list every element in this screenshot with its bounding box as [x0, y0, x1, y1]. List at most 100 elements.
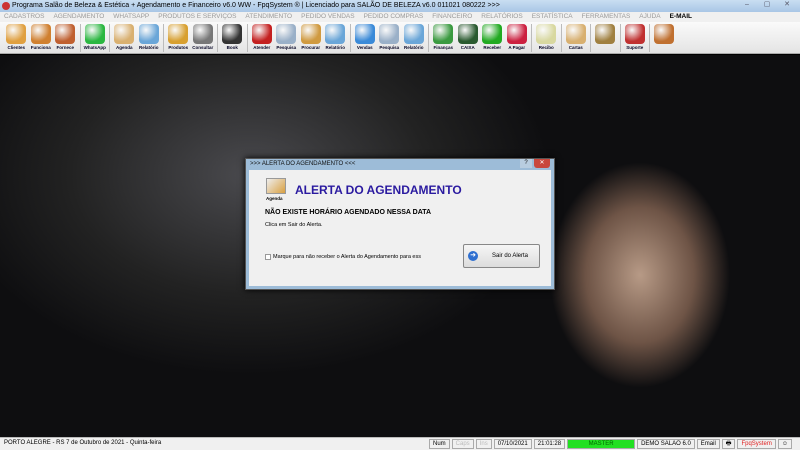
- toolbar-button-label: CAIXA: [460, 45, 475, 50]
- toolbar-button-label: A Pagar: [508, 45, 526, 50]
- report-icon: [325, 24, 346, 44]
- support-icon: [624, 24, 645, 44]
- toolbar-button-label: Produtos: [168, 45, 189, 50]
- report-icon: [138, 24, 159, 44]
- menu-item[interactable]: CADASTROS: [4, 12, 44, 22]
- agenda-icon: [266, 178, 286, 194]
- toolbar-button[interactable]: Pesquisa: [377, 22, 402, 54]
- suppliers-icon: [55, 24, 76, 44]
- status-caps: Caps: [451, 439, 474, 449]
- arrow-right-icon: ➜: [468, 251, 478, 261]
- toolbar-button-label: Consultar: [192, 45, 214, 50]
- toolbar-separator: [649, 24, 650, 52]
- toolbar-separator: [590, 24, 591, 52]
- toolbar-button[interactable]: Agenda: [112, 22, 137, 54]
- toolbar-button-label: WhatsApp: [83, 45, 106, 50]
- exit-alert-label: Sair do Alerta: [492, 253, 529, 259]
- maximize-button[interactable]: ▢: [758, 0, 776, 10]
- dont-show-alert-checkbox[interactable]: Marque para não receber o Alerta do Agen…: [265, 254, 421, 260]
- dialog-help-button[interactable]: ?: [520, 159, 532, 168]
- toolbar-button[interactable]: [652, 22, 677, 54]
- toolbar-button[interactable]: Procurar: [299, 22, 324, 54]
- toolbar-button-label: Pesquisa: [379, 45, 400, 50]
- status-database: DEMO SALAO 6.0: [637, 439, 695, 449]
- toolbar-button[interactable]: Fornece: [53, 22, 78, 54]
- menu-item[interactable]: ATENDIMENTO: [245, 12, 292, 22]
- toolbar-button[interactable]: Recibo: [534, 22, 559, 54]
- pay-dollar-icon: [506, 24, 527, 44]
- agenda-icon: [114, 24, 135, 44]
- whatsapp-icon: [84, 24, 105, 44]
- checkbox-label: Marque para não receber o Alerta do Agen…: [273, 254, 421, 260]
- toolbar-button[interactable]: Vendas: [353, 22, 378, 54]
- toolbar-button-label: Agenda: [115, 45, 133, 50]
- checkbox-box[interactable]: [265, 254, 271, 260]
- title-bar: Programa Salão de Beleza & Estética + Ag…: [0, 0, 800, 12]
- toolbar-separator: [619, 24, 621, 52]
- toolbar-button[interactable]: Atender: [250, 22, 275, 54]
- minimize-button[interactable]: –: [738, 0, 756, 10]
- menu-item[interactable]: PEDIDO COMPRAS: [364, 12, 424, 22]
- dialog-close-button[interactable]: ✕: [534, 159, 550, 168]
- agenda-icon-label: Agenda: [266, 196, 283, 201]
- menu-item[interactable]: PRODUTOS E SERVIÇOS: [158, 12, 236, 22]
- menu-item[interactable]: AJUDA: [639, 12, 660, 22]
- toolbar-button[interactable]: Produtos: [166, 22, 191, 54]
- toolbar-button-label: Vendas: [356, 45, 373, 50]
- toolbar-button[interactable]: [593, 22, 618, 54]
- toolbar-button[interactable]: Receber: [480, 22, 505, 54]
- toolbar-button-label: Relatório: [325, 45, 345, 50]
- toolbar-button[interactable]: Relatório: [137, 22, 162, 54]
- menu-item[interactable]: ESTATÍSTICA: [532, 12, 573, 22]
- toolbar-button-label: Receber: [483, 45, 502, 50]
- toolbar-button-label: Finanças: [433, 45, 453, 50]
- toolbar-button[interactable]: Finanças: [431, 22, 456, 54]
- printer-icon[interactable]: 🖶: [721, 439, 736, 449]
- users-icon[interactable]: ☺: [777, 439, 792, 449]
- close-button[interactable]: ✕: [778, 0, 796, 10]
- toolbar-button[interactable]: Consultar: [191, 22, 216, 54]
- toolbar-button[interactable]: CAIXA: [456, 22, 481, 54]
- employees-icon: [30, 24, 51, 44]
- menu-item[interactable]: RELATÓRIOS: [481, 12, 522, 22]
- menu-bar: CADASTROS AGENDAMENTO WHATSAPP PRODUTOS E S…: [0, 12, 800, 22]
- letters-icon: [565, 24, 586, 44]
- toolbar: Clientes Funciona Fornece WhatsApp Agenda Rel…: [0, 22, 800, 54]
- toolbar-button[interactable]: Book: [220, 22, 245, 54]
- toolbar-button[interactable]: Clientes: [4, 22, 29, 54]
- toolbar-button[interactable]: Relatório: [323, 22, 348, 54]
- menu-item[interactable]: WHATSAPP: [113, 12, 149, 22]
- toolbar-separator: [560, 24, 562, 52]
- menu-item[interactable]: FERRAMENTAS: [582, 12, 631, 22]
- receipt-icon: [536, 24, 557, 44]
- menu-item[interactable]: AGENDAMENTO: [53, 12, 104, 22]
- toolbar-button[interactable]: Pesquisa: [274, 22, 299, 54]
- cashbook-icon: [457, 24, 478, 44]
- toolbar-button-label: Suporte: [626, 45, 644, 50]
- status-email[interactable]: Email: [696, 439, 720, 449]
- toolbar-button[interactable]: Suporte: [623, 22, 648, 54]
- toolbar-separator: [79, 24, 81, 52]
- toolbar-separator: [109, 24, 110, 52]
- toolbar-button[interactable]: Relatório: [402, 22, 427, 54]
- clients-icon: [6, 24, 27, 44]
- status-bar: PORTO ALEGRE - RS 7 de Outubro de 2021 -…: [0, 437, 800, 450]
- toolbar-button-label: Recibo: [538, 45, 554, 50]
- attend-icon: [251, 24, 272, 44]
- toolbar-button-label: Pesquisa: [276, 45, 297, 50]
- menu-item-email[interactable]: E-MAIL: [670, 12, 692, 22]
- menu-item[interactable]: FINANCEIRO: [432, 12, 472, 22]
- monitor-icon: [354, 24, 375, 44]
- toolbar-button[interactable]: Funciona: [29, 22, 54, 54]
- folder-icon: [300, 24, 321, 44]
- toolbar-button-label: Fornece: [56, 45, 74, 50]
- window-title: Programa Salão de Beleza & Estética + Ag…: [12, 2, 500, 9]
- receive-dollar-icon: [482, 24, 503, 44]
- exit-alert-button[interactable]: ➜ Sair do Alerta: [463, 244, 540, 268]
- toolbar-button[interactable]: Cartas: [564, 22, 589, 54]
- menu-item[interactable]: PEDIDO VENDAS: [301, 12, 354, 22]
- finance-icon: [433, 24, 454, 44]
- coin-icon: [595, 24, 616, 44]
- toolbar-button[interactable]: A Pagar: [505, 22, 530, 54]
- toolbar-button[interactable]: WhatsApp: [83, 22, 108, 54]
